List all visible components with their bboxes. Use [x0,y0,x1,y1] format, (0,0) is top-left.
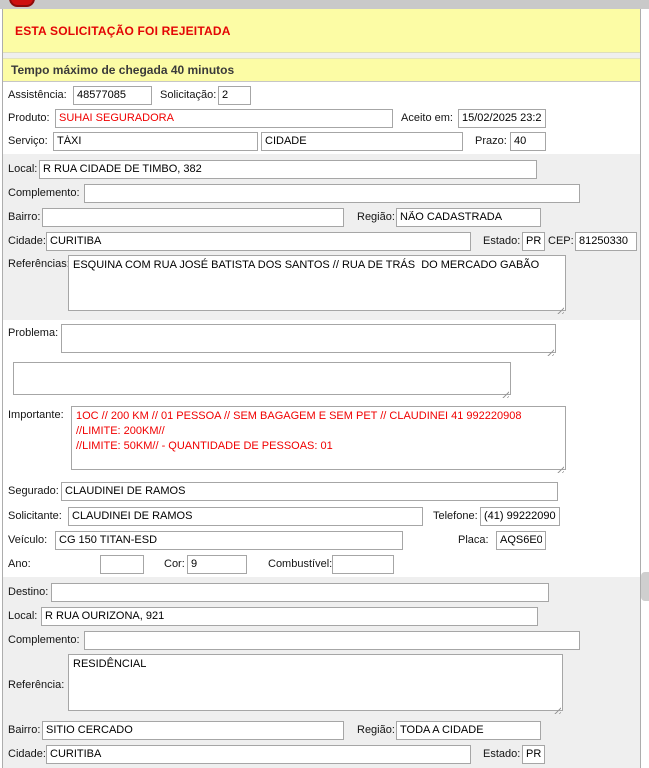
solicitante-label: Solicitante: [8,510,68,522]
origin-local-label: Local: [8,163,39,175]
ano-label: Ano: [8,558,100,570]
observacao-row [3,362,640,400]
veiculo-label: Veículo: [8,534,55,546]
prazo-input[interactable] [510,132,546,151]
destination-bairro-input[interactable] [42,721,344,740]
origin-bairro-row: Bairro: Região: [3,207,640,227]
destination-bairro-row: Bairro: Região: [3,720,640,740]
importante-row: Importante: 1OC // 200 KM // 01 PESSOA /… [3,406,640,475]
max-arrival-time-text: Tempo máximo de chegada 40 minutos [11,63,234,77]
servico-row: Serviço: Prazo: [3,131,640,151]
origin-bairro-input[interactable] [42,208,344,227]
veiculo-input[interactable] [55,531,403,550]
veiculo-row: Veículo: Placa: [3,530,640,550]
cor-input[interactable] [187,555,247,574]
origin-address-section: Local: Complemento: Bairro: Região: Cida… [3,154,640,320]
origin-bairro-label: Bairro: [8,211,42,223]
destination-bairro-label: Bairro: [8,724,42,736]
prazo-label: Prazo: [475,135,508,147]
destination-referencia-row: Referência: RESIDÊNCIAL [3,654,640,716]
destination-local-label: Local: [8,610,41,622]
destination-complemento-label: Complemento: [8,634,84,646]
scrollbar-thumb[interactable] [641,572,649,601]
segurado-label: Segurado: [8,485,61,497]
origin-referencias-label: Referências: [8,255,68,270]
origin-complemento-label: Complemento: [8,187,84,199]
origin-cidade-label: Cidade: [8,235,46,247]
servico-tipo-input[interactable] [261,132,463,151]
combustivel-input[interactable] [332,555,394,574]
destination-regiao-label: Região: [357,724,396,736]
destination-estado-input[interactable] [522,745,545,764]
origin-complemento-row: Complemento: [3,183,640,203]
aceito-em-label: Aceito em: [401,112,455,124]
assistencia-label: Assistência: [8,89,73,101]
origin-cep-label: CEP: [548,235,575,247]
destination-referencia-textarea[interactable]: RESIDÊNCIAL [68,654,563,711]
placa-label: Placa: [458,534,496,546]
destination-complemento-input[interactable] [84,631,580,650]
origin-local-row: Local: [3,159,640,179]
origin-referencias-row: Referências: ESQUINA COM RUA JOSÉ BATIST… [3,255,640,316]
destination-cidade-input[interactable] [46,745,471,764]
produto-input[interactable] [55,109,393,128]
max-arrival-time-banner: Tempo máximo de chegada 40 minutos [3,58,640,82]
origin-cidade-input[interactable] [46,232,471,251]
window-top-strip [0,0,649,9]
solicitacao-label: Solicitação: [160,89,218,101]
importante-label: Importante: [8,406,71,421]
origin-estado-label: Estado: [483,235,522,247]
telefone-label: Telefone: [433,510,480,522]
origin-referencias-textarea[interactable]: ESQUINA COM RUA JOSÉ BATISTA DOS SANTOS … [68,255,566,311]
rejected-banner: ESTA SOLICITAÇÃO FOI REJEITADA [3,9,640,53]
assistance-form-panel: ESTA SOLICITAÇÃO FOI REJEITADA Tempo máx… [2,9,641,768]
origin-regiao-input[interactable] [396,208,541,227]
destination-cidade-label: Cidade: [8,748,46,760]
assistencia-row: Assistência: Solicitação: [3,85,640,105]
observacao-textarea[interactable] [13,362,511,395]
aceito-em-input[interactable] [458,109,546,128]
destination-address-section: Destino: Local: Complemento: Referência:… [3,577,640,768]
problema-row: Problema: [3,324,640,358]
origin-complemento-input[interactable] [84,184,580,203]
telefone-input[interactable] [480,507,560,526]
origin-cep-input[interactable] [575,232,637,251]
destination-estado-label: Estado: [483,748,522,760]
problema-label: Problema: [8,324,61,339]
red-status-button [9,0,35,7]
destination-cidade-row: Cidade: Estado: [3,744,640,764]
servico-input[interactable] [53,132,258,151]
servico-label: Serviço: [8,135,53,147]
cor-label: Cor: [164,558,187,570]
rejected-banner-text: ESTA SOLICITAÇÃO FOI REJEITADA [15,24,231,38]
destination-local-input[interactable] [41,607,538,626]
ano-input[interactable] [100,555,144,574]
destination-referencia-label: Referência: [8,679,68,691]
combustivel-label: Combustível: [268,558,332,570]
solicitacao-input[interactable] [218,86,251,105]
origin-cidade-row: Cidade: Estado: CEP: [3,231,640,251]
origin-estado-input[interactable] [522,232,545,251]
segurado-input[interactable] [61,482,558,501]
ano-cor-combustivel-row: Ano: Cor: Combustível: [3,554,640,574]
destination-complemento-row: Complemento: [3,630,640,650]
problema-textarea[interactable] [61,324,556,353]
destination-local-row: Local: [3,606,640,626]
origin-regiao-label: Região: [357,211,396,223]
assistencia-input[interactable] [73,86,152,105]
destino-input[interactable] [51,583,549,602]
destination-regiao-input[interactable] [396,721,541,740]
origin-local-input[interactable] [39,160,537,179]
solicitante-row: Solicitante: Telefone: [3,506,640,526]
produto-label: Produto: [8,112,55,124]
solicitante-input[interactable] [68,507,423,526]
produto-row: Produto: Aceito em: [3,108,640,128]
segurado-row: Segurado: [3,481,640,501]
destino-label: Destino: [8,586,51,598]
destino-row: Destino: [3,582,640,602]
importante-textarea[interactable]: 1OC // 200 KM // 01 PESSOA // SEM BAGAGE… [71,406,566,470]
placa-input[interactable] [496,531,546,550]
